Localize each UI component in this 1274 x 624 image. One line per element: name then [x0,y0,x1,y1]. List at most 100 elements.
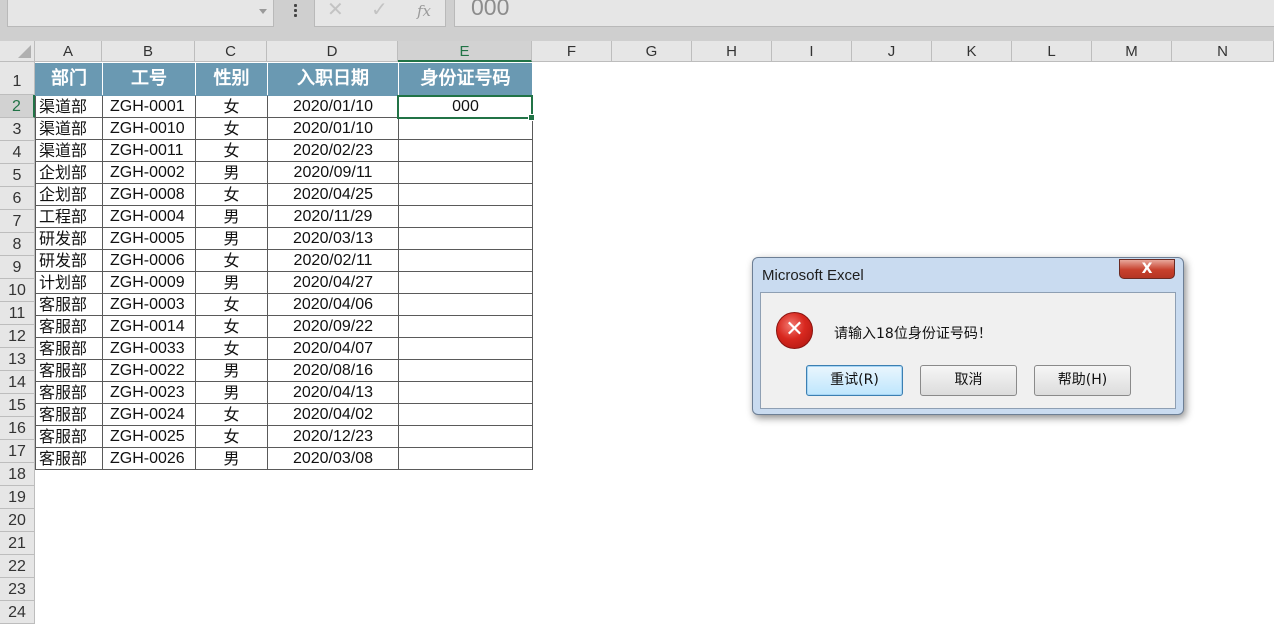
row-header-1[interactable]: 1 [0,62,35,95]
cell-id-number[interactable] [398,161,533,184]
header-cell-gender[interactable]: 性别 [195,62,268,96]
cell-gender[interactable]: 男 [195,205,268,228]
cell-id-number[interactable] [398,139,533,162]
row-header-6[interactable]: 6 [0,187,35,210]
cell-hire-date[interactable]: 2020/03/13 [267,227,399,250]
row-header-18[interactable]: 18 [0,463,35,486]
cell-department[interactable]: 客服部 [35,381,103,404]
column-header-m[interactable]: M [1092,41,1172,62]
cell-hire-date[interactable]: 2020/08/16 [267,359,399,382]
cell-employee-id[interactable]: ZGH-0006 [102,249,196,272]
cell-gender[interactable]: 男 [195,227,268,250]
cell-gender[interactable]: 女 [195,183,268,206]
cell-hire-date[interactable]: 2020/11/29 [267,205,399,228]
cell-gender[interactable]: 女 [195,117,268,140]
cell-gender[interactable]: 女 [195,425,268,448]
cell-employee-id[interactable]: ZGH-0024 [102,403,196,426]
column-header-i[interactable]: I [772,41,852,62]
cell-gender[interactable]: 男 [195,161,268,184]
drag-handle-icon[interactable] [291,2,299,22]
cell-gender[interactable]: 男 [195,271,268,294]
cell-gender[interactable]: 女 [195,315,268,338]
column-header-b[interactable]: B [102,41,195,62]
select-all-button[interactable] [0,41,35,62]
column-header-k[interactable]: K [932,41,1012,62]
cell-employee-id[interactable]: ZGH-0003 [102,293,196,316]
cell-id-number[interactable] [398,227,533,250]
column-header-c[interactable]: C [195,41,267,62]
row-header-7[interactable]: 7 [0,210,35,233]
cell-id-number[interactable] [398,337,533,360]
header-cell-department[interactable]: 部门 [35,62,103,96]
cell-id-number[interactable] [398,205,533,228]
row-header-8[interactable]: 8 [0,233,35,256]
cell-hire-date[interactable]: 2020/04/25 [267,183,399,206]
cell-gender[interactable]: 女 [195,403,268,426]
close-button[interactable]: X [1119,259,1175,279]
column-header-a[interactable]: A [35,41,102,62]
row-header-22[interactable]: 22 [0,555,35,578]
enter-icon[interactable]: ✓ [371,0,388,20]
row-header-21[interactable]: 21 [0,532,35,555]
cell-employee-id[interactable]: ZGH-0010 [102,117,196,140]
column-header-n[interactable]: N [1172,41,1274,62]
row-header-2[interactable]: 2 [0,95,35,118]
row-header-23[interactable]: 23 [0,578,35,601]
cell-employee-id[interactable]: ZGH-0022 [102,359,196,382]
cell-employee-id[interactable]: ZGH-0033 [102,337,196,360]
cell-hire-date[interactable]: 2020/04/07 [267,337,399,360]
cell-employee-id[interactable]: ZGH-0011 [102,139,196,162]
cell-hire-date[interactable]: 2020/04/13 [267,381,399,404]
cancel-icon[interactable]: ✕ [327,0,344,20]
cell-id-number[interactable] [398,117,533,140]
cell-id-number[interactable] [398,315,533,338]
cell-hire-date[interactable]: 2020/09/22 [267,315,399,338]
cell-department[interactable]: 计划部 [35,271,103,294]
insert-function-icon[interactable]: fx [417,0,431,22]
cell-gender[interactable]: 男 [195,381,268,404]
cell-id-number[interactable] [398,271,533,294]
cell-hire-date[interactable]: 2020/02/11 [267,249,399,272]
header-cell-id-number[interactable]: 身份证号码 [398,62,533,96]
cell-gender[interactable]: 女 [195,95,268,118]
column-header-f[interactable]: F [532,41,612,62]
column-header-l[interactable]: L [1012,41,1092,62]
cell-hire-date[interactable]: 2020/01/10 [267,117,399,140]
cell-employee-id[interactable]: ZGH-0008 [102,183,196,206]
row-header-14[interactable]: 14 [0,371,35,394]
header-cell-hire-date[interactable]: 入职日期 [267,62,399,96]
cell-gender[interactable]: 女 [195,139,268,162]
cell-employee-id[interactable]: ZGH-0004 [102,205,196,228]
cell-department[interactable]: 研发部 [35,249,103,272]
cell-employee-id[interactable]: ZGH-0005 [102,227,196,250]
cell-id-number[interactable] [398,183,533,206]
cell-hire-date[interactable]: 2020/04/02 [267,403,399,426]
cell-gender[interactable]: 男 [195,447,268,470]
cell-gender[interactable]: 女 [195,249,268,272]
row-header-19[interactable]: 19 [0,486,35,509]
cell-department[interactable]: 渠道部 [35,95,103,118]
name-box[interactable] [7,0,274,27]
cell-department[interactable]: 客服部 [35,337,103,360]
column-header-d[interactable]: D [267,41,398,62]
cell-department[interactable]: 客服部 [35,447,103,470]
cell-hire-date[interactable]: 2020/12/23 [267,425,399,448]
cell-department[interactable]: 研发部 [35,227,103,250]
cell-hire-date[interactable]: 2020/04/06 [267,293,399,316]
cell-hire-date[interactable]: 2020/04/27 [267,271,399,294]
cell-id-number[interactable] [398,359,533,382]
cell-gender[interactable]: 女 [195,337,268,360]
cell-id-number[interactable] [398,293,533,316]
cell-department[interactable]: 企划部 [35,161,103,184]
cell-department[interactable]: 渠道部 [35,117,103,140]
column-header-g[interactable]: G [612,41,692,62]
row-header-4[interactable]: 4 [0,141,35,164]
row-header-17[interactable]: 17 [0,440,35,463]
header-cell-employee-id[interactable]: 工号 [102,62,196,96]
cell-id-number[interactable] [398,403,533,426]
cell-id-number[interactable] [398,425,533,448]
cell-id-number[interactable] [398,447,533,470]
cell-id-number[interactable]: 000 [398,95,533,118]
row-header-10[interactable]: 10 [0,279,35,302]
chevron-down-icon[interactable] [259,9,267,14]
